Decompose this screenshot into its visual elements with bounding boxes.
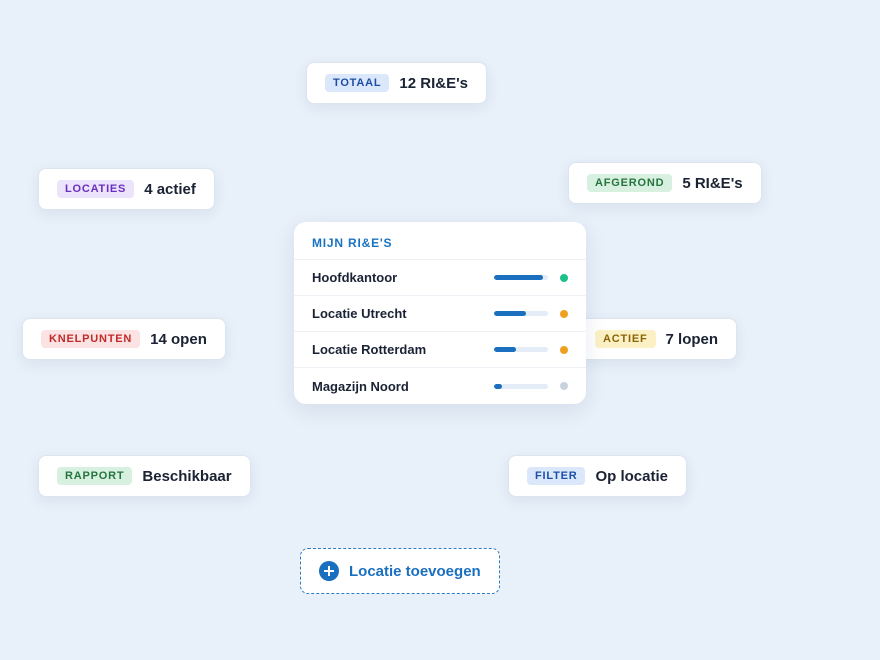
status-dot (560, 345, 568, 354)
mijn-ries-panel: MIJN RI&E'S Hoofdkantoor Locatie Utrecht L… (294, 222, 586, 404)
progress-fill (494, 383, 503, 389)
progress-bar (494, 311, 548, 316)
progress-fill (494, 275, 543, 280)
add-location-label: Locatie toevoegen (349, 562, 481, 580)
value-afgerond: 5 RI&E's (682, 174, 743, 192)
location-name: Locatie Rotterdam (312, 342, 427, 357)
progress-bar (494, 347, 548, 352)
tag-filter: FILTER (527, 467, 586, 485)
tag-locaties: LOCATIES (57, 180, 135, 198)
progress-fill (494, 311, 527, 316)
tag-afgerond: AFGEROND (587, 174, 673, 192)
list-item[interactable]: Locatie Rotterdam (294, 332, 586, 368)
value-knelpunten: 14 open (150, 330, 207, 348)
card-afgerond: AFGEROND 5 RI&E's (568, 162, 762, 204)
plus-circle-icon (319, 561, 339, 581)
progress-fill (494, 347, 516, 352)
status-dot (560, 273, 568, 282)
card-actief: ACTIEF 7 lopen (576, 318, 738, 360)
value-filter: Op locatie (595, 467, 669, 485)
panel-title: MIJN RI&E'S (294, 222, 586, 260)
tag-rapport: RAPPORT (57, 467, 133, 485)
progress-bar (494, 275, 548, 280)
card-rapport: RAPPORT Beschikbaar (38, 455, 251, 497)
card-filter[interactable]: FILTER Op locatie (508, 455, 688, 497)
tag-actief: ACTIEF (595, 330, 656, 348)
card-totaal: TOTAAL 12 RI&E's (306, 62, 487, 104)
list-item[interactable]: Hoofdkantoor (294, 260, 586, 296)
value-rapport: Beschikbaar (142, 467, 232, 485)
location-name: Hoofdkantoor (312, 270, 398, 285)
progress-bar (494, 383, 548, 389)
tag-knelpunten: KNELPUNTEN (41, 330, 141, 348)
list-item[interactable]: Magazijn Noord (294, 368, 586, 404)
tag-totaal: TOTAAL (325, 74, 390, 92)
value-totaal: 12 RI&E's (399, 74, 468, 92)
status-dot (560, 382, 568, 390)
card-knelpunten: KNELPUNTEN 14 open (22, 318, 226, 360)
value-actief: 7 lopen (665, 330, 719, 348)
location-name: Magazijn Noord (312, 378, 409, 394)
add-location-button[interactable]: Locatie toevoegen (300, 548, 500, 594)
status-dot (560, 309, 568, 318)
list-item[interactable]: Locatie Utrecht (294, 296, 586, 332)
card-locaties: LOCATIES 4 actief (38, 168, 215, 210)
location-name: Locatie Utrecht (312, 306, 407, 321)
value-locaties: 4 actief (144, 180, 196, 198)
